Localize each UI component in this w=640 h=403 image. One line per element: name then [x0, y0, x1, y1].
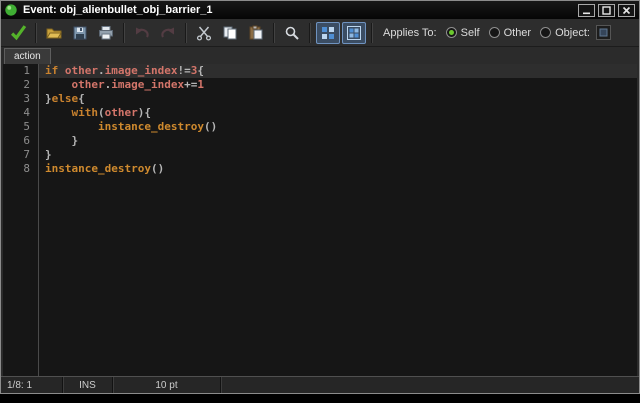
- radio-icon: [540, 27, 552, 38]
- code-line[interactable]: 6 }: [3, 134, 637, 148]
- code-line[interactable]: 1 if other.image_index!=3{: [3, 64, 637, 78]
- caret-position-status: 1/8: 1: [1, 377, 63, 393]
- gamemaker-icon: [4, 3, 18, 17]
- applies-to-other-radio[interactable]: Other: [488, 26, 532, 39]
- code-lines: 1 if other.image_index!=3{2 other.image_i…: [3, 64, 637, 176]
- toolbar-separator: [273, 22, 275, 43]
- code-line-text: }else{: [45, 92, 85, 105]
- close-button[interactable]: [618, 3, 635, 17]
- printer-icon: [98, 25, 114, 41]
- code-line[interactable]: 7}: [3, 148, 637, 162]
- code-line-text: }: [45, 134, 79, 147]
- toolbar: Applies To: Self Other Object:: [1, 19, 639, 47]
- tab-action[interactable]: action: [4, 48, 51, 64]
- code-line-text: instance_destroy(): [45, 162, 165, 175]
- magnifier-icon: [284, 25, 300, 41]
- syntax-colors-toggle[interactable]: [342, 21, 366, 44]
- radio-icon: [445, 27, 457, 38]
- radio-label: Self: [460, 26, 480, 39]
- line-numbers-toggle[interactable]: [316, 21, 340, 44]
- find-button[interactable]: [280, 22, 304, 44]
- open-folder-icon: [46, 25, 62, 41]
- paste-button[interactable]: [244, 22, 268, 44]
- code-line[interactable]: 2 other.image_index+=1: [3, 78, 637, 92]
- code-line-text: if other.image_index!=3{: [39, 64, 637, 78]
- applies-to-label: Applies To:: [383, 26, 437, 39]
- undo-icon: [134, 25, 150, 41]
- code-line[interactable]: 4 with(other){: [3, 106, 637, 120]
- code-line[interactable]: 5 instance_destroy(): [3, 120, 637, 134]
- print-button[interactable]: [94, 22, 118, 44]
- line-number: 3: [23, 92, 30, 105]
- radio-label: Object:: [555, 26, 590, 39]
- paste-icon: [248, 25, 264, 41]
- applies-to-group: Self Other Object:: [445, 26, 590, 39]
- line-number: 5: [23, 120, 30, 133]
- redo-button[interactable]: [156, 22, 180, 44]
- toolbar-separator: [123, 22, 125, 43]
- ok-button[interactable]: [6, 22, 30, 44]
- status-bar: 1/8: 1 INS 10 pt: [1, 376, 639, 393]
- code-line[interactable]: 3 }else{: [3, 92, 637, 106]
- check-icon: [10, 24, 27, 41]
- code-line-text: instance_destroy(): [97, 120, 218, 133]
- minimize-button[interactable]: [578, 3, 595, 17]
- line-number: 1: [23, 64, 30, 77]
- toolbar-buttons: [5, 21, 367, 44]
- grid-icon: [320, 25, 336, 41]
- window-title: Event: obj_alienbullet_obj_barrier_1: [23, 4, 213, 16]
- line-number: 2: [23, 78, 30, 91]
- copy-icon: [222, 25, 238, 41]
- tab-bar: action: [1, 47, 639, 64]
- undo-button[interactable]: [130, 22, 154, 44]
- load-button[interactable]: [42, 22, 66, 44]
- copy-button[interactable]: [218, 22, 242, 44]
- toolbar-separator: [371, 22, 373, 43]
- code-line-text: with(other){: [71, 106, 152, 119]
- line-number: 7: [23, 148, 30, 161]
- save-button[interactable]: [68, 22, 92, 44]
- line-number: 8: [23, 162, 30, 175]
- line-number: 6: [23, 134, 30, 147]
- code-line[interactable]: 8 instance_destroy(): [3, 162, 637, 176]
- radio-icon: [488, 27, 500, 38]
- toolbar-separator: [35, 22, 37, 43]
- font-size-status: 10 pt: [113, 377, 221, 393]
- code-line-text: }: [45, 148, 52, 161]
- window-controls: [578, 3, 636, 17]
- applies-to-self-radio[interactable]: Self: [445, 26, 480, 39]
- maximize-button[interactable]: [598, 3, 615, 17]
- insert-mode-status: INS: [63, 377, 113, 393]
- applies-to-section: Applies To: Self Other Object:: [383, 25, 611, 40]
- line-number: 4: [23, 106, 30, 119]
- applies-to-object-radio[interactable]: Object:: [540, 27, 590, 39]
- floppy-icon: [72, 25, 88, 41]
- code-editor[interactable]: 1 if other.image_index!=3{2 other.image_i…: [3, 64, 637, 376]
- object-picker-button[interactable]: [595, 25, 611, 40]
- grid2-icon: [346, 25, 362, 41]
- gutter-divider: [38, 64, 39, 376]
- cut-button[interactable]: [192, 22, 216, 44]
- radio-label: Other: [503, 26, 532, 39]
- code-line-text: other.image_index+=1: [71, 78, 204, 91]
- toolbar-separator: [309, 22, 311, 43]
- scissors-icon: [196, 25, 212, 41]
- toolbar-separator: [185, 22, 187, 43]
- status-filler: [221, 377, 639, 393]
- title-bar[interactable]: Event: obj_alienbullet_obj_barrier_1: [1, 1, 639, 19]
- redo-icon: [160, 25, 176, 41]
- event-editor-window: Event: obj_alienbullet_obj_barrier_1 App…: [0, 0, 640, 394]
